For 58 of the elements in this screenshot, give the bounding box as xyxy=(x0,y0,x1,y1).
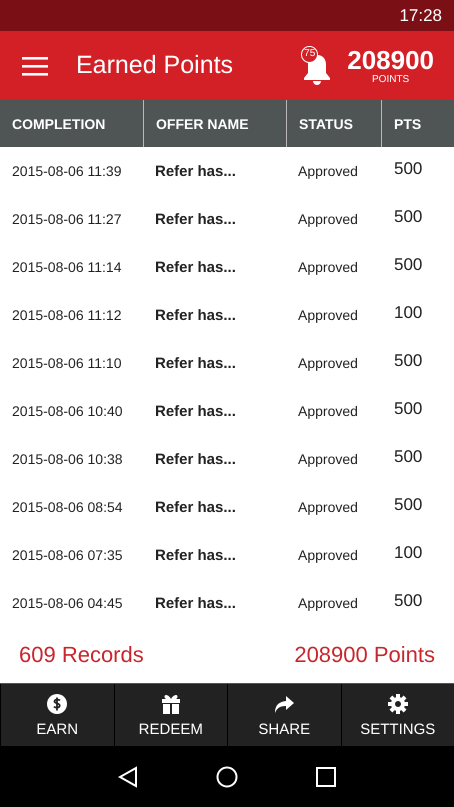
status-cell-text: Approved xyxy=(297,306,359,325)
points-cell-text: 500 xyxy=(393,590,424,612)
settings-icon xyxy=(386,692,409,714)
offer-name-cell-text: Refer has... xyxy=(154,546,237,566)
offer-name-cell-text: Refer has... xyxy=(154,258,237,278)
notification-badge: 75 xyxy=(301,46,318,62)
status-cell-text: Approved xyxy=(297,594,359,613)
status-cell-text: Approved xyxy=(297,402,359,421)
home-icon[interactable] xyxy=(216,766,238,788)
completion-cell-text: 2015-08-06 10:40 xyxy=(11,402,124,421)
offer-name-cell-text: Refer has... xyxy=(154,594,237,614)
recents-icon[interactable] xyxy=(316,766,336,786)
status-cell-text: Approved xyxy=(297,450,359,469)
column-header[interactable]: OFFER NAME xyxy=(143,100,286,147)
points-total: 208900 xyxy=(347,46,434,74)
points-cell-text: 500 xyxy=(393,206,424,228)
completion-cell-text: 2015-08-06 08:54 xyxy=(11,498,124,517)
screen-title: Earned Points xyxy=(76,51,234,80)
offer-name-cell-text: Refer has... xyxy=(154,306,237,326)
records-count: 609 Records xyxy=(19,642,144,668)
column-header[interactable]: PTS xyxy=(381,100,454,147)
completion-cell-text: 2015-08-06 10:38 xyxy=(11,450,124,469)
completion-cell-text: 2015-08-06 11:39 xyxy=(11,162,122,181)
points-cell-text: 100 xyxy=(393,302,424,324)
points-cell-text: 500 xyxy=(393,446,424,468)
points-label: POINTS xyxy=(372,74,410,85)
points-cell-text: 500 xyxy=(393,254,424,276)
points-cell-text: 500 xyxy=(393,158,424,180)
offer-name-cell-text: Refer has... xyxy=(154,162,237,182)
completion-cell-text: 2015-08-06 11:12 xyxy=(11,306,122,325)
offer-name-cell-text: Refer has... xyxy=(154,498,237,518)
completion-cell-text: 2015-08-06 07:35 xyxy=(11,546,124,565)
completion-cell-text: 2015-08-06 11:10 xyxy=(11,354,122,373)
points-cell-text: 500 xyxy=(393,350,424,372)
status-cell-text: Approved xyxy=(297,546,359,565)
status-time: 17:28 xyxy=(399,6,442,26)
offer-name-cell-text: Refer has... xyxy=(154,450,237,470)
offer-name-cell-text: Refer has... xyxy=(154,210,237,230)
points-sum: 208900 Points xyxy=(294,642,435,668)
dollar-icon xyxy=(46,692,68,714)
gift-icon xyxy=(160,692,182,714)
menu-icon[interactable] xyxy=(22,56,48,76)
points-cell-text: 500 xyxy=(393,494,424,516)
completion-cell-text: 2015-08-06 11:14 xyxy=(11,258,122,277)
back-icon[interactable] xyxy=(118,766,138,788)
offer-name-cell-text: Refer has... xyxy=(154,354,237,374)
column-header[interactable]: STATUS xyxy=(286,100,381,147)
points-cell-text: 100 xyxy=(393,542,424,564)
status-cell-text: Approved xyxy=(297,498,359,517)
status-cell-text: Approved xyxy=(297,354,359,373)
completion-cell-text: 2015-08-06 04:45 xyxy=(11,594,124,613)
offer-name-cell-text: Refer has... xyxy=(154,402,237,422)
points-cell-text: 500 xyxy=(393,398,424,420)
status-cell-text: Approved xyxy=(297,210,359,229)
completion-cell-text: 2015-08-06 11:27 xyxy=(11,210,122,229)
status-cell-text: Approved xyxy=(297,258,359,277)
status-cell-text: Approved xyxy=(297,162,359,181)
column-header[interactable]: COMPLETION xyxy=(0,100,143,147)
